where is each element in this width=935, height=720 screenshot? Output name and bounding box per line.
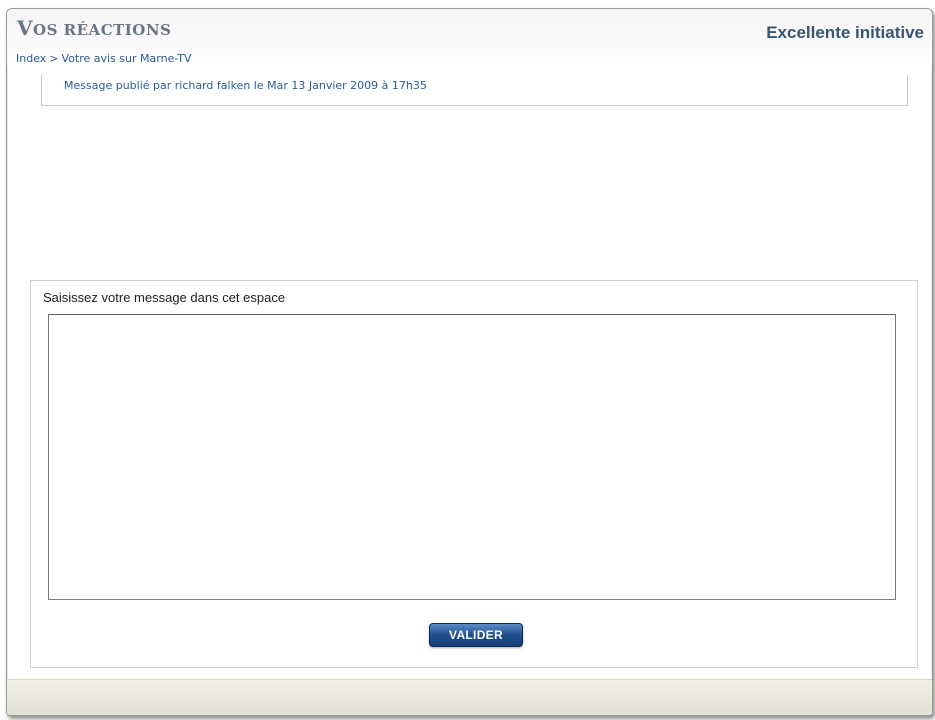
- topic-title: Excellente initiative: [766, 23, 924, 42]
- post-meta: Message publié par richard falken le Mar…: [64, 79, 427, 92]
- reply-form: Saisissez votre message dans cet espace …: [30, 280, 918, 668]
- post-meta-box: Message publié par richard falken le Mar…: [41, 75, 908, 106]
- breadcrumb: Index > Votre avis sur Marne-TV: [16, 52, 192, 65]
- page-title: VOS RÉACTIONS: [17, 18, 171, 38]
- footer-bar: [7, 679, 932, 715]
- breadcrumb-link-index[interactable]: Index: [16, 52, 46, 65]
- message-label: Saisissez votre message dans cet espace: [43, 290, 286, 305]
- page-header: VOS RÉACTIONS Index > Votre avis sur Marne…: [7, 9, 932, 65]
- reactions-window: VOS RÉACTIONS Index > Votre avis sur Marne…: [6, 8, 933, 716]
- page-title-rest: OS RÉACTIONS: [33, 21, 172, 39]
- breadcrumb-separator: >: [49, 52, 59, 65]
- message-textarea[interactable]: [48, 314, 896, 600]
- page-title-initial: V: [17, 16, 34, 40]
- submit-button[interactable]: VALIDER: [429, 623, 523, 647]
- breadcrumb-link-forum[interactable]: Votre avis sur Marne-TV: [62, 52, 192, 65]
